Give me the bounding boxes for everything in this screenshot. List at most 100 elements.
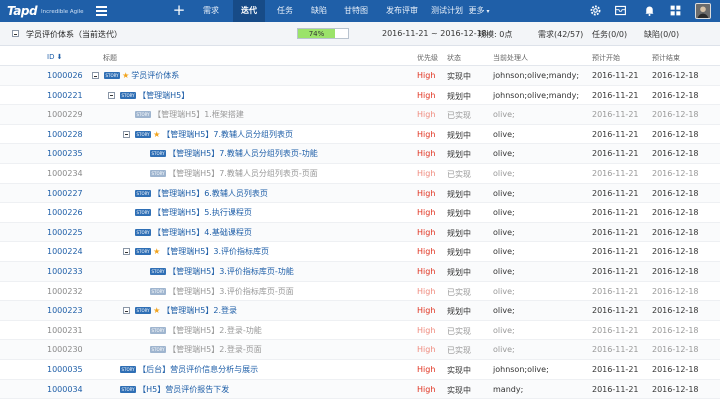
row-title-link[interactable]: 学员评价体系	[131, 70, 179, 81]
row-id[interactable]: 1000221	[47, 91, 83, 100]
plus-icon[interactable]: +	[172, 1, 186, 19]
row-owner[interactable]: olive;	[493, 130, 515, 139]
row-id[interactable]: 1000227	[47, 189, 83, 198]
table-row[interactable]: 1000229 STORY 【管理端H5】1.框架搭建 High 已实现 olive; 20…	[0, 105, 720, 125]
row-status[interactable]: 规划中	[447, 91, 471, 102]
row-title-link[interactable]: 【管理端H5】3.评价指标库页-功能	[168, 266, 294, 277]
collapse-icon[interactable]	[123, 130, 130, 138]
table-row[interactable]: 1000223 STORY ★ 【管理端H5】2.登录 High 规划中 olive; 201…	[0, 301, 720, 321]
row-id[interactable]: 1000233	[47, 267, 83, 276]
row-status[interactable]: 规划中	[447, 247, 471, 258]
bell-icon[interactable]	[643, 4, 656, 17]
row-owner[interactable]: olive;	[493, 110, 515, 119]
bugs-count[interactable]: 缺陷(0/0)	[644, 29, 679, 40]
table-row[interactable]: 1000231 STORY 【管理端H5】2.登录-功能 High 已实现 olive; 2…	[0, 321, 720, 341]
row-status[interactable]: 已实现	[447, 169, 471, 180]
row-title-link[interactable]: 【管理端H5】2.登录	[162, 305, 237, 316]
app-logo[interactable]: Tapd Incredible Agile	[7, 2, 84, 19]
nav-tab[interactable]: 更多 ▾	[467, 0, 491, 22]
row-owner[interactable]: johnson;olive;mandy;	[493, 91, 579, 100]
row-title-link[interactable]: 【管理端H5】7.教辅人员分组列表页-功能	[168, 148, 318, 159]
row-title-link[interactable]: 【后台】营员评价信息分析与展示	[138, 364, 258, 375]
row-title-link[interactable]: 【管理端H5】5.执行课程页	[153, 207, 252, 218]
row-id[interactable]: 1000035	[47, 365, 83, 374]
table-row[interactable]: 1000226 STORY 【管理端H5】5.执行课程页 High 规划中 olive; 2…	[0, 203, 720, 223]
row-id[interactable]: 1000235	[47, 149, 83, 158]
star-icon[interactable]: ★	[153, 247, 160, 256]
row-title-link[interactable]: 【管理端H5】3.评价指标库页	[162, 246, 269, 257]
requirements-count[interactable]: 需求(42/57)	[538, 29, 583, 40]
table-row[interactable]: 1000035 STORY 【后台】营员评价信息分析与展示 High 实现中 johnso…	[0, 360, 720, 380]
column-header-title[interactable]: 标题	[103, 53, 117, 63]
row-status[interactable]: 规划中	[447, 306, 471, 317]
row-title-link[interactable]: 【管理端H5】2.登录-功能	[168, 325, 262, 336]
row-owner[interactable]: olive;	[493, 326, 515, 335]
nav-tab[interactable]: 缺陷	[305, 0, 333, 22]
collapse-icon[interactable]	[123, 248, 130, 256]
row-status[interactable]: 规划中	[447, 267, 471, 278]
row-id[interactable]: 1000226	[47, 208, 83, 217]
table-row[interactable]: 1000235 STORY 【管理端H5】7.教辅人员分组列表页-功能 High 规划中…	[0, 144, 720, 164]
collapse-icon[interactable]	[123, 307, 130, 315]
row-id[interactable]: 1000026	[47, 71, 83, 80]
iteration-title[interactable]: 学员评价体系（当前迭代）	[26, 29, 122, 40]
row-title-link[interactable]: 【管理端H5】7.教辅人员分组列表页-页面	[168, 168, 318, 179]
column-header-id[interactable]: ID ⬇	[47, 53, 63, 61]
table-row[interactable]: 1000225 STORY 【管理端H5】4.基础课程页 High 规划中 olive; 2…	[0, 222, 720, 243]
row-title-link[interactable]: 【管理端H5】6.教辅人员列表页	[153, 188, 268, 199]
row-owner[interactable]: olive;	[493, 287, 515, 296]
row-owner[interactable]: olive;	[493, 247, 515, 256]
row-id[interactable]: 1000223	[47, 306, 83, 315]
nav-tab[interactable]: 发布评审	[381, 0, 423, 22]
row-owner[interactable]: olive;	[493, 267, 515, 276]
row-title-link[interactable]: 【管理端H5】1.框架搭建	[153, 109, 244, 120]
row-owner[interactable]: olive;	[493, 189, 515, 198]
star-icon[interactable]: ★	[153, 130, 160, 139]
nav-tab[interactable]: 测试计划	[428, 0, 466, 22]
table-row[interactable]: 1000233 STORY 【管理端H5】3.评价指标库页-功能 High 规划中 oli…	[0, 262, 720, 282]
row-owner[interactable]: olive;	[493, 228, 515, 237]
row-id[interactable]: 1000232	[47, 287, 83, 296]
row-status[interactable]: 实现中	[447, 385, 471, 396]
gear-icon[interactable]	[589, 4, 602, 17]
row-status[interactable]: 规划中	[447, 189, 471, 200]
row-status[interactable]: 实现中	[447, 365, 471, 376]
inbox-icon[interactable]	[614, 4, 627, 17]
row-title-link[interactable]: 【管理端H5】	[138, 90, 189, 101]
nav-tab[interactable]: 迭代	[233, 0, 265, 22]
row-owner[interactable]: olive;	[493, 208, 515, 217]
row-title-link[interactable]: 【管理端H5】4.基础课程页	[153, 227, 252, 238]
table-row[interactable]: 1000227 STORY 【管理端H5】6.教辅人员列表页 High 规划中 olive…	[0, 183, 720, 204]
collapse-icon[interactable]	[92, 72, 99, 79]
tasks-count[interactable]: 任务(0/0)	[592, 29, 627, 40]
row-id[interactable]: 1000224	[47, 247, 83, 256]
row-owner[interactable]: mandy;	[493, 385, 523, 394]
collapse-icon[interactable]	[12, 30, 19, 37]
row-owner[interactable]: olive;	[493, 345, 515, 354]
table-row[interactable]: 1000232 STORY 【管理端H5】3.评价指标库页-页面 High 已实现 oli…	[0, 282, 720, 302]
nav-tab[interactable]: 任务	[271, 0, 299, 22]
row-title-link[interactable]: 【管理端H5】2.登录-页面	[168, 344, 262, 355]
nav-tab[interactable]: 甘特图	[337, 0, 375, 22]
row-id[interactable]: 1000225	[47, 228, 83, 237]
row-id[interactable]: 1000234	[47, 169, 83, 178]
row-status[interactable]: 已实现	[447, 287, 471, 298]
row-status[interactable]: 规划中	[447, 228, 471, 239]
row-owner[interactable]: olive;	[493, 149, 515, 158]
row-owner[interactable]: johnson;olive;	[493, 365, 549, 374]
table-row[interactable]: 1000034 STORY 【H5】营员评价报告下发 High 实现中 mandy; 201…	[0, 379, 720, 400]
nav-tab[interactable]: 需求	[196, 0, 226, 22]
row-status[interactable]: 已实现	[447, 110, 471, 121]
row-status[interactable]: 已实现	[447, 326, 471, 337]
star-icon[interactable]: ★	[153, 306, 160, 315]
row-id[interactable]: 1000229	[47, 110, 83, 119]
avatar[interactable]	[695, 3, 711, 19]
column-header-priority[interactable]: 优先级	[417, 53, 438, 63]
row-owner[interactable]: olive;	[493, 306, 515, 315]
collapse-icon[interactable]	[108, 91, 115, 99]
row-id[interactable]: 1000231	[47, 326, 83, 335]
row-owner[interactable]: olive;	[493, 169, 515, 178]
column-header-owner[interactable]: 当前处理人	[493, 53, 528, 63]
row-owner[interactable]: johnson;olive;mandy;	[493, 71, 579, 80]
row-title-link[interactable]: 【H5】营员评价报告下发	[138, 384, 229, 395]
